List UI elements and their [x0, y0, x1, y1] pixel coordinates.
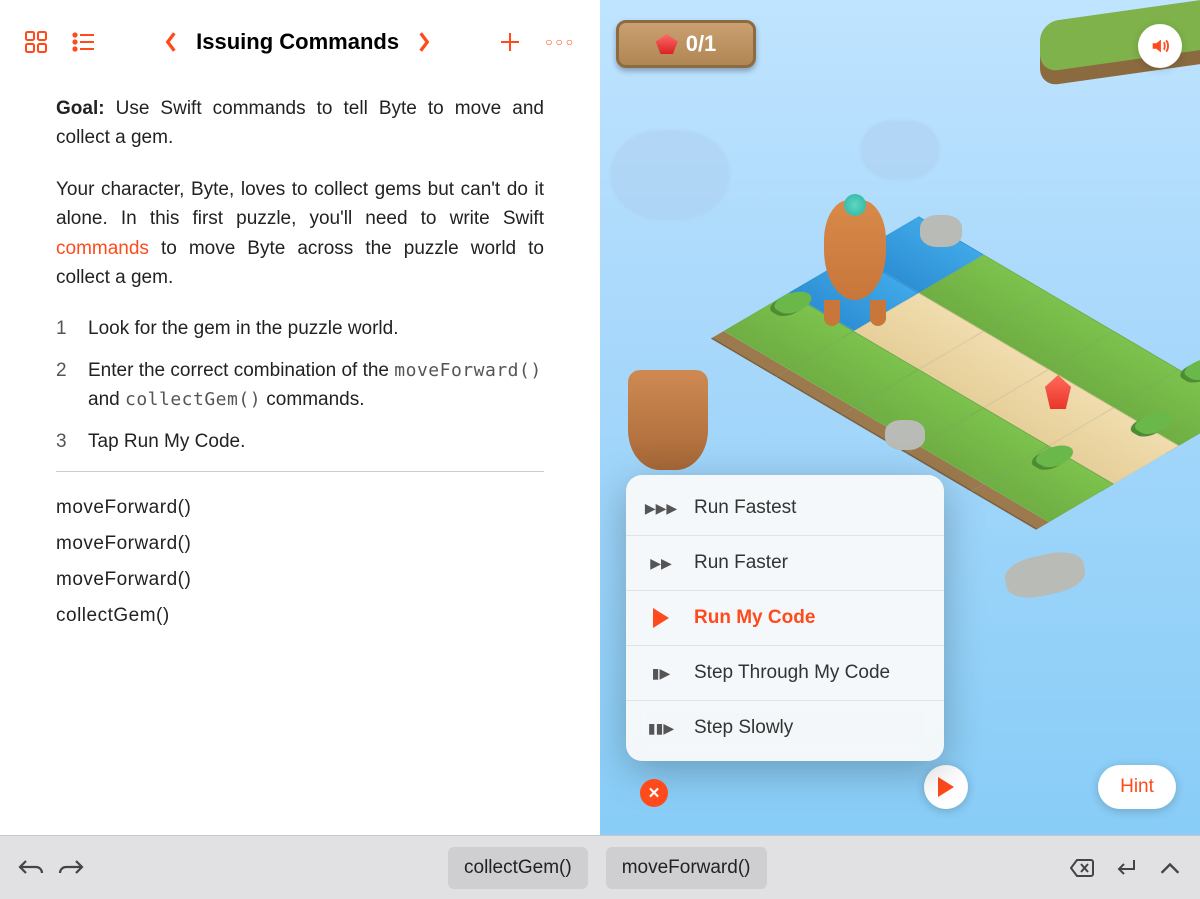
code-line[interactable]: moveForward() [56, 526, 544, 562]
instruction-steps: Look for the gem in the puzzle world. En… [56, 315, 544, 457]
gem-icon [656, 34, 678, 54]
grid-view-icon[interactable] [24, 30, 48, 54]
goal-text: Goal: Use Swift commands to tell Byte to… [56, 94, 544, 153]
list-view-icon[interactable] [72, 30, 96, 54]
return-button[interactable] [1114, 857, 1138, 879]
cliff-decoration [628, 370, 708, 470]
code-line[interactable]: moveForward() [56, 490, 544, 526]
code-editor[interactable]: moveForward() moveForward() moveForward(… [56, 490, 544, 634]
more-icon[interactable]: ○○○ [545, 35, 576, 49]
play-icon [648, 608, 674, 628]
lesson-toolbar: Issuing Commands ○○○ [0, 18, 600, 66]
undo-button[interactable] [18, 857, 44, 879]
nav-prev-icon[interactable] [164, 31, 178, 53]
suggestion-collectgem[interactable]: collectGem() [448, 847, 588, 889]
sound-toggle-button[interactable] [1138, 24, 1182, 68]
run-fastest-item[interactable]: ▶▶▶ Run Fastest [626, 481, 944, 536]
rock-decoration [885, 420, 925, 450]
cloud-decoration [610, 130, 730, 220]
commands-link[interactable]: commands [56, 238, 149, 259]
content-divider [56, 471, 544, 472]
page-title: Issuing Commands [196, 29, 399, 55]
world-pane: 0/1 ▶▶▶ Run Fastest ▶▶ R [600, 0, 1200, 835]
run-menu: ▶▶▶ Run Fastest ▶▶ Run Faster Run My Cod… [626, 475, 944, 761]
step-2: Enter the correct combination of the mov… [56, 357, 544, 414]
step-play-icon: ▮▶ [648, 665, 674, 682]
code-line[interactable]: collectGem() [56, 598, 544, 634]
keyboard-toolbar: collectGem() moveForward() [0, 835, 1200, 899]
add-icon[interactable] [499, 31, 521, 53]
gem-counter: 0/1 [616, 20, 756, 68]
run-button[interactable] [924, 765, 968, 809]
close-menu-button[interactable]: ✕ [640, 779, 668, 807]
fast-forward-2-icon: ▶▶ [648, 555, 674, 572]
step-3: Tap Run My Code. [56, 428, 544, 457]
lesson-content: Goal: Use Swift commands to tell Byte to… [0, 66, 600, 634]
intro-text: Your character, Byte, loves to collect g… [56, 175, 544, 293]
redo-button[interactable] [58, 857, 84, 879]
byte-character [815, 200, 895, 330]
step-slowly-item[interactable]: ▮▮▶ Step Slowly [626, 701, 944, 755]
cloud-decoration [860, 120, 940, 180]
rock-decoration [920, 215, 962, 247]
run-my-code-item[interactable]: Run My Code [626, 591, 944, 646]
fast-forward-3-icon: ▶▶▶ [648, 500, 674, 517]
step-slow-icon: ▮▮▶ [648, 720, 674, 737]
nav-next-icon[interactable] [417, 31, 431, 53]
run-faster-item[interactable]: ▶▶ Run Faster [626, 536, 944, 591]
lesson-pane: Issuing Commands ○○○ Goal: Use Swift com… [0, 0, 600, 835]
suggestion-moveforward[interactable]: moveForward() [606, 847, 767, 889]
step-through-item[interactable]: ▮▶ Step Through My Code [626, 646, 944, 701]
chevron-up-button[interactable] [1158, 857, 1182, 879]
step-1: Look for the gem in the puzzle world. [56, 315, 544, 344]
backspace-button[interactable] [1070, 857, 1094, 879]
hint-button[interactable]: Hint [1098, 765, 1176, 809]
gem-count-label: 0/1 [686, 31, 717, 57]
code-line[interactable]: moveForward() [56, 562, 544, 598]
